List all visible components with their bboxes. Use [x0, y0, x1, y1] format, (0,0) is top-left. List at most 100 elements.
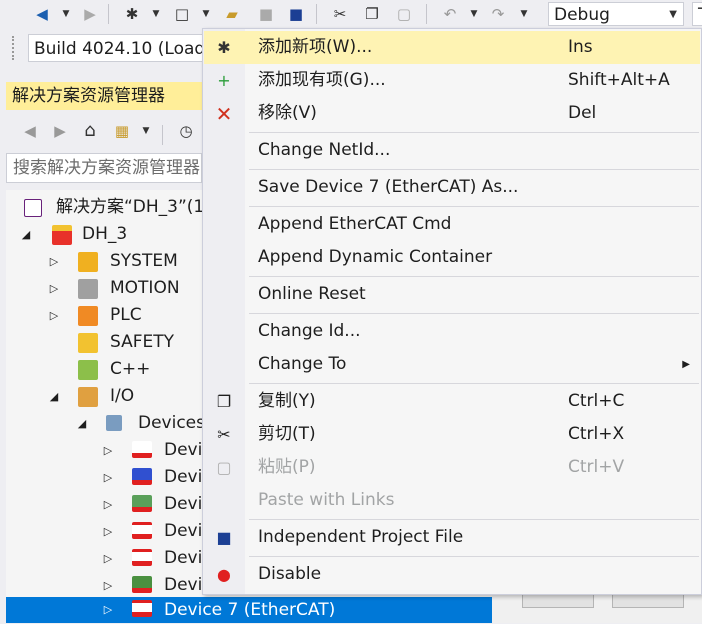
collapsed-icon[interactable]: ▷ — [48, 248, 60, 275]
toolbar-grip[interactable] — [12, 36, 20, 60]
redo-icon[interactable]: ↷ — [488, 4, 508, 24]
submenu-arrow-icon: ▶ — [682, 359, 690, 370]
tree-item-project[interactable]: ◢ DH_3 — [6, 221, 206, 248]
chevron-down-icon[interactable]: ▼ — [514, 4, 534, 24]
chevron-down-icon[interactable]: ▼ — [136, 121, 156, 141]
search-placeholder: 搜索解决方案资源管理器 — [13, 158, 200, 178]
collapsed-icon[interactable]: ▷ — [102, 597, 114, 624]
switch-views-icon[interactable]: ▦ — [112, 121, 132, 141]
paste-icon[interactable]: ▢ — [394, 4, 414, 24]
tree-item-plc[interactable]: ▷ PLC — [6, 302, 206, 329]
menu-item-copy[interactable]: ❐ 复制(Y) Ctrl+C — [204, 385, 700, 418]
menu-item-label: Independent Project File — [258, 527, 464, 547]
tree-item-label: 解决方案“DH_3”(1 — [56, 197, 205, 217]
menu-item-paste[interactable]: ▢ 粘贴(P) Ctrl+V — [204, 451, 700, 484]
menu-item-paste-with-links[interactable]: Paste with Links — [204, 484, 700, 517]
tree-item-label: I/O — [110, 386, 135, 406]
collapsed-icon[interactable]: ▷ — [48, 275, 60, 302]
tree-item-label: PLC — [110, 305, 142, 325]
save-icon: ■ — [216, 528, 232, 547]
tree-item-device[interactable]: ▷ Devic — [6, 518, 212, 545]
tree-item-device[interactable]: ▷ Devic — [6, 545, 212, 572]
tree-item-device-7-selected[interactable]: ▷ Device 7 (EtherCAT) — [6, 597, 492, 623]
add-item-icon[interactable]: □ — [172, 4, 192, 24]
tree-item-label: SAFETY — [110, 332, 175, 352]
tree-item-device[interactable]: ▷ Devic — [6, 572, 212, 599]
forward-icon[interactable]: ▶ — [80, 4, 100, 24]
main-toolbar: ◀ ▼ ▶ ✱ ▼ □ ▼ ▰ ■ ■ ✂ ❐ ▢ ↶ ▼ ↷ ▼ Debug … — [0, 0, 702, 28]
tree-item-system[interactable]: ▷ SYSTEM — [6, 248, 206, 275]
expanded-icon[interactable]: ◢ — [20, 221, 32, 248]
expanded-icon[interactable]: ◢ — [48, 383, 60, 410]
menu-item-label: 剪切(T) — [258, 424, 316, 444]
device-icon — [132, 468, 152, 485]
menu-item-label: Append EtherCAT Cmd — [258, 214, 452, 234]
menu-item-add-new[interactable]: ✱ 添加新项(W)... Ins — [204, 31, 700, 64]
forward-icon[interactable]: ▶ — [50, 121, 70, 141]
menu-item-add-existing[interactable]: + 添加现有项(G)... Shift+Alt+A — [204, 64, 700, 97]
expanded-icon[interactable]: ◢ — [76, 410, 88, 437]
collapsed-icon[interactable]: ▷ — [102, 572, 114, 599]
collapsed-icon[interactable]: ▷ — [102, 437, 114, 464]
device-icon — [132, 441, 152, 458]
menu-item-label: Online Reset — [258, 284, 366, 304]
chevron-down-icon[interactable]: ▼ — [146, 4, 166, 24]
chevron-down-icon[interactable]: ▼ — [196, 4, 216, 24]
menu-item-save-device-as[interactable]: Save Device 7 (EtherCAT) As... — [204, 171, 700, 204]
undo-icon[interactable]: ↶ — [440, 4, 460, 24]
open-folder-icon[interactable]: ▰ — [222, 4, 242, 24]
ethercat-device-icon — [132, 600, 152, 617]
collapsed-icon[interactable]: ▷ — [102, 545, 114, 572]
copy-icon[interactable]: ❐ — [362, 4, 382, 24]
tree-item-device[interactable]: ▷ Devic — [6, 464, 212, 491]
menu-item-shortcut: Del — [568, 103, 597, 123]
back-icon[interactable]: ◀ — [20, 121, 40, 141]
menu-item-cut[interactable]: ✂ 剪切(T) Ctrl+X — [204, 418, 700, 451]
new-project-icon[interactable]: ✱ — [122, 4, 142, 24]
solution-explorer-toolbar: ◀ ▶ ⌂ ▦ ▼ ◷ — [6, 114, 202, 148]
menu-item-label: Paste with Links — [258, 490, 395, 510]
tree-item-device[interactable]: ▷ Devic — [6, 491, 212, 518]
system-icon — [78, 252, 98, 272]
platform-select[interactable]: T — [692, 2, 702, 26]
menu-item-label: Save Device 7 (EtherCAT) As... — [258, 177, 519, 197]
collapsed-icon[interactable]: ▷ — [102, 491, 114, 518]
menu-item-append-dynamic-container[interactable]: Append Dynamic Container — [204, 241, 700, 274]
tree-item-solution[interactable]: 解决方案“DH_3”(1 — [6, 194, 206, 221]
tree-item-motion[interactable]: ▷ MOTION — [6, 275, 206, 302]
paste-icon: ▢ — [216, 458, 232, 477]
device-icon — [132, 522, 152, 539]
tree-item-device[interactable]: ▷ Devic — [6, 437, 212, 464]
back-icon[interactable]: ◀ — [32, 4, 52, 24]
search-input[interactable]: 搜索解决方案资源管理器 — [6, 153, 202, 183]
collapsed-icon[interactable]: ▷ — [102, 464, 114, 491]
chevron-down-icon[interactable]: ▼ — [56, 4, 76, 24]
menu-item-change-id[interactable]: Change Id... — [204, 315, 700, 348]
tree-item-io[interactable]: ◢ I/O — [6, 383, 206, 410]
collapsed-icon[interactable]: ▷ — [48, 302, 60, 329]
build-select[interactable]: Build 4024.10 (Loaded — [28, 34, 228, 62]
save-all-icon[interactable]: ■ — [286, 4, 306, 24]
pending-changes-icon[interactable]: ◷ — [176, 121, 196, 141]
cut-icon[interactable]: ✂ — [330, 4, 350, 24]
home-icon[interactable]: ⌂ — [80, 121, 100, 141]
chevron-down-icon[interactable]: ▼ — [464, 4, 484, 24]
tree-item-devices[interactable]: ◢ Devices — [6, 410, 206, 437]
collapsed-icon[interactable]: ▷ — [102, 518, 114, 545]
cut-icon: ✂ — [217, 425, 231, 444]
menu-item-shortcut: Ins — [568, 37, 593, 57]
save-icon[interactable]: ■ — [256, 4, 276, 24]
menu-item-change-to[interactable]: Change To ▶ — [204, 348, 700, 381]
menu-item-append-ethercat-cmd[interactable]: Append EtherCAT Cmd — [204, 208, 700, 241]
tree-item-safety[interactable]: SAFETY — [6, 329, 206, 356]
menu-item-online-reset[interactable]: Online Reset — [204, 278, 700, 311]
menu-item-label: Change NetId... — [258, 140, 391, 160]
menu-item-remove[interactable]: ✕ 移除(V) Del — [204, 97, 700, 130]
menu-item-independent-project-file[interactable]: ■ Independent Project File — [204, 521, 700, 554]
configuration-select[interactable]: Debug ▼ — [548, 2, 684, 26]
project-icon — [52, 225, 72, 245]
menu-item-disable[interactable]: ⬤ Disable — [204, 558, 700, 591]
tree-item-cpp[interactable]: C++ — [6, 356, 206, 383]
solution-explorer-title: 解决方案资源管理器 — [6, 82, 202, 110]
menu-item-change-netid[interactable]: Change NetId... — [204, 134, 700, 167]
